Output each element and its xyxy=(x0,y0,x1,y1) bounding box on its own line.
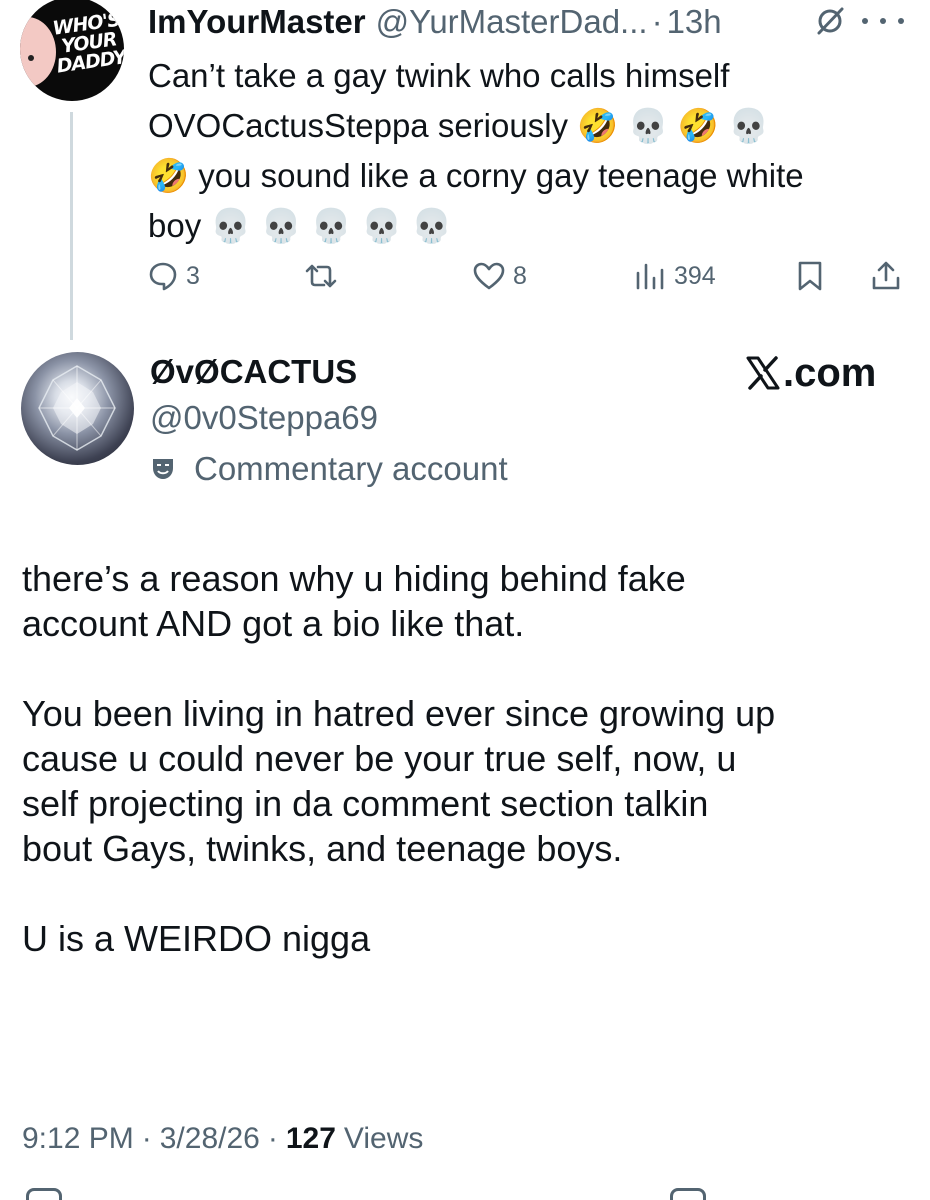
parent-text-line: Can’t take a gay twink who calls himself xyxy=(148,57,730,94)
diamond-image xyxy=(38,365,116,451)
main-avatar[interactable] xyxy=(21,352,134,465)
share-button[interactable] xyxy=(870,252,902,300)
parent-tweet-text: Can’t take a gay twink who calls himself… xyxy=(148,51,908,251)
x-logo-icon xyxy=(746,356,780,390)
tweet-metadata: 9:12 PM · 3/28/26 · 127 Views xyxy=(22,1117,423,1161)
main-views-count[interactable]: 127 xyxy=(286,1122,336,1156)
body-line: self projecting in da comment section ta… xyxy=(22,783,709,824)
more-dots-icon[interactable] xyxy=(862,14,904,28)
tweet-date[interactable]: 3/28/26 xyxy=(160,1122,260,1156)
parent-text-line: OVOCactusSteppa seriously 🤣 💀 🤣 💀 xyxy=(148,107,770,144)
main-handle[interactable]: @0v0Steppa69 xyxy=(150,398,378,438)
avatar-logo-text: WHO'S YOUR DADDY? xyxy=(51,8,124,78)
bottom-action-hint-left xyxy=(26,1188,62,1200)
reply-count: 3 xyxy=(186,261,200,290)
account-label-text: Commentary account xyxy=(194,450,508,487)
header-separator: · xyxy=(651,3,663,40)
parent-handle[interactable]: @YurMasterDad... xyxy=(376,3,648,41)
body-line: bout Gays, twinks, and teenage boys. xyxy=(22,828,623,869)
body-line: cause u could never be your true self, n… xyxy=(22,738,737,779)
reply-button[interactable]: 3 xyxy=(148,252,200,300)
parent-tweet-header: ImYourMaster @YurMasterDad... · 13h xyxy=(148,0,722,44)
account-label[interactable]: Commentary account xyxy=(150,448,508,490)
thread-line xyxy=(70,112,73,340)
parent-display-name[interactable]: ImYourMaster xyxy=(148,3,366,41)
views-button[interactable]: 394 xyxy=(634,252,716,300)
share-icon xyxy=(872,261,900,290)
repost-button[interactable] xyxy=(303,252,347,300)
like-count: 8 xyxy=(513,261,527,290)
parent-avatar[interactable]: WHO'S YOUR DADDY? xyxy=(20,0,124,101)
body-line: You been living in hatred ever since gro… xyxy=(22,693,776,734)
parent-action-bar: 3 8 394 xyxy=(148,252,908,300)
main-tweet-text: there’s a reason why u hiding behind fak… xyxy=(22,556,912,961)
bookmark-button[interactable] xyxy=(796,252,824,300)
meta-separator: · xyxy=(141,1122,152,1155)
theater-mask-icon xyxy=(153,459,173,479)
like-button[interactable]: 8 xyxy=(473,252,527,300)
grok-icon[interactable] xyxy=(815,6,845,36)
views-bar-chart-icon xyxy=(636,263,664,290)
bookmark-icon xyxy=(798,261,822,291)
reply-icon xyxy=(149,262,177,291)
heart-icon xyxy=(473,262,505,290)
repost-icon xyxy=(305,264,337,288)
parent-timestamp[interactable]: 13h xyxy=(667,3,722,41)
body-line: U is a WEIRDO nigga xyxy=(22,918,371,959)
avatar-eye xyxy=(28,55,34,61)
views-count: 394 xyxy=(674,261,716,290)
body-line: there’s a reason why u hiding behind fak… xyxy=(22,558,686,599)
parent-tweet[interactable]: WHO'S YOUR DADDY? ImYourMaster @YurMasterD… xyxy=(0,0,930,340)
main-views-label[interactable]: Views xyxy=(344,1122,423,1156)
main-display-name[interactable]: ØvØCACTUS xyxy=(150,352,357,392)
parent-text-line: boy 💀 💀 💀 💀 💀 xyxy=(148,207,453,244)
tweet-time[interactable]: 9:12 PM xyxy=(22,1122,134,1156)
watermark-text: .com xyxy=(783,351,877,395)
body-line: account AND got a bio like that. xyxy=(22,603,525,644)
x-com-watermark: .com xyxy=(745,350,876,396)
meta-separator: · xyxy=(267,1122,278,1155)
bottom-action-hint-right xyxy=(670,1188,706,1200)
parent-text-line: 🤣 you sound like a corny gay teenage whi… xyxy=(148,157,804,194)
